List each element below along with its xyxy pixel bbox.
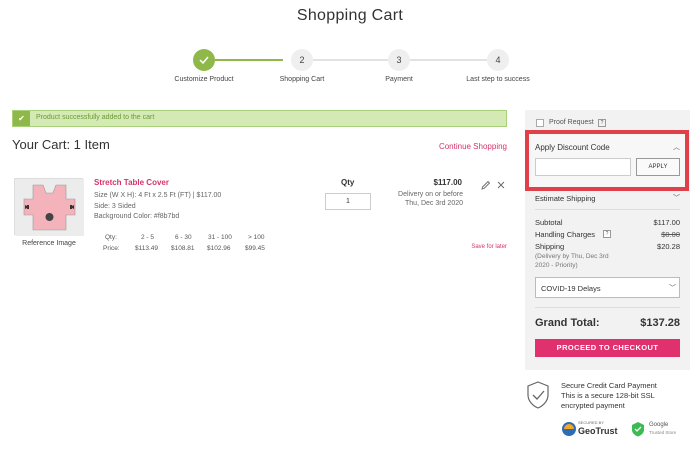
divider [535,209,680,210]
tier-price: $102.96 [207,245,231,252]
shipping-label: Shipping [535,242,565,251]
save-for-later-link[interactable]: Save for later [471,244,507,250]
shield-check-icon [525,380,551,410]
product-image[interactable] [14,178,84,236]
delivery-line: Delivery on or before [398,191,463,198]
chevron-down-icon[interactable]: ﹀ [673,193,680,203]
page-title: Shopping Cart [296,7,404,24]
step-line [215,59,283,61]
continue-shopping-link[interactable]: Continue Shopping [439,142,507,151]
tier-price-label: Price: [103,245,120,252]
pencil-icon[interactable] [481,177,491,190]
cart-title: Your Cart: 1 Item [12,137,110,152]
tier-price: $99.45 [245,245,265,252]
handling-value: $0.00 [661,230,680,239]
step-3-label: Payment [385,76,413,83]
help-icon[interactable]: ? [603,230,611,238]
checkout-progress: 2 3 4 Customize Product Shopping Cart Pa… [0,49,700,89]
product-name-link[interactable]: Stretch Table Cover [94,178,169,187]
close-icon[interactable] [496,177,506,189]
chevron-down-icon: ﹀ [669,285,676,292]
proceed-to-checkout-button[interactable]: PROCEED TO CHECKOUT [535,339,680,357]
tier-range: 31 - 100 [208,234,232,241]
subtotal-value: $117.00 [653,218,680,227]
shipping-note: (Delivery by Thu, Dec 3rd 2020 - Priorit… [535,253,609,269]
step-1-label: Customize Product [174,76,234,83]
step-3-circle[interactable]: 3 [388,49,410,71]
product-size: Size (W X H): 4 Ft x 2.5 Ft (FT) | $117.… [94,192,222,199]
apply-button[interactable]: APPLY [636,158,680,176]
geotrust-name: GeoTrust [578,426,618,436]
step-4-circle[interactable]: 4 [487,49,509,71]
shipping-value: $20.28 [657,242,680,251]
qty-label: Qty [341,178,355,187]
tier-range: 6 - 30 [175,234,192,241]
delivery-date: Delivery on or before Thu, Dec 3rd 2020 [395,190,463,208]
product-background: Background Color: #f8b7bd [94,213,180,220]
discount-code-input[interactable] [535,158,631,176]
help-icon[interactable]: ? [598,119,606,127]
tier-price: $113.49 [135,245,159,252]
covid-delays-label: COVID-19 Delays [541,284,601,293]
tier-price: $108.81 [171,245,195,252]
chevron-up-icon[interactable]: ︿ [673,142,680,152]
step-2-label: Shopping Cart [279,76,325,83]
step-4-label: Last step to success [466,76,530,83]
step-2-circle[interactable]: 2 [291,49,313,71]
item-price: $117.00 [433,178,462,187]
handling-label: Handling Charges [535,230,596,239]
success-alert: ✔ Product successfully added to the cart [12,110,507,127]
proof-request-label: Proof Request [549,119,594,126]
tier-range: > 100 [248,234,265,241]
divider [535,307,680,308]
grand-total-label: Grand Total: [535,317,600,329]
quantity-input[interactable] [325,193,371,210]
delivery-line: Thu, Dec 3rd 2020 [405,200,463,207]
proof-request-checkbox[interactable] [536,119,544,127]
estimate-shipping-toggle[interactable]: Estimate Shipping [535,194,595,203]
reference-image-label: Reference Image [22,240,76,247]
check-icon: ✔ [13,111,30,126]
tier-qty-label: Qty: [105,234,117,241]
google-name: Google [649,422,669,428]
secure-payment-title: Secure Credit Card Payment [561,381,657,390]
step-1-check-icon [193,49,215,71]
subtotal-label: Subtotal [535,218,563,227]
alert-text: Product successfully added to the cart [36,114,155,121]
geotrust-caption: SECURED BY [578,420,605,425]
google-sub: Trusted Store [649,430,677,435]
discount-title[interactable]: Apply Discount Code [535,143,610,152]
product-side: Side: 3 Sided [94,203,136,210]
step-line [311,59,388,61]
tier-range: 2 - 5 [141,234,155,241]
step-line [409,59,487,61]
grand-total-value: $137.28 [640,317,680,329]
secure-payment-text: This is a secure 128-bit SSL encrypted p… [561,391,655,410]
